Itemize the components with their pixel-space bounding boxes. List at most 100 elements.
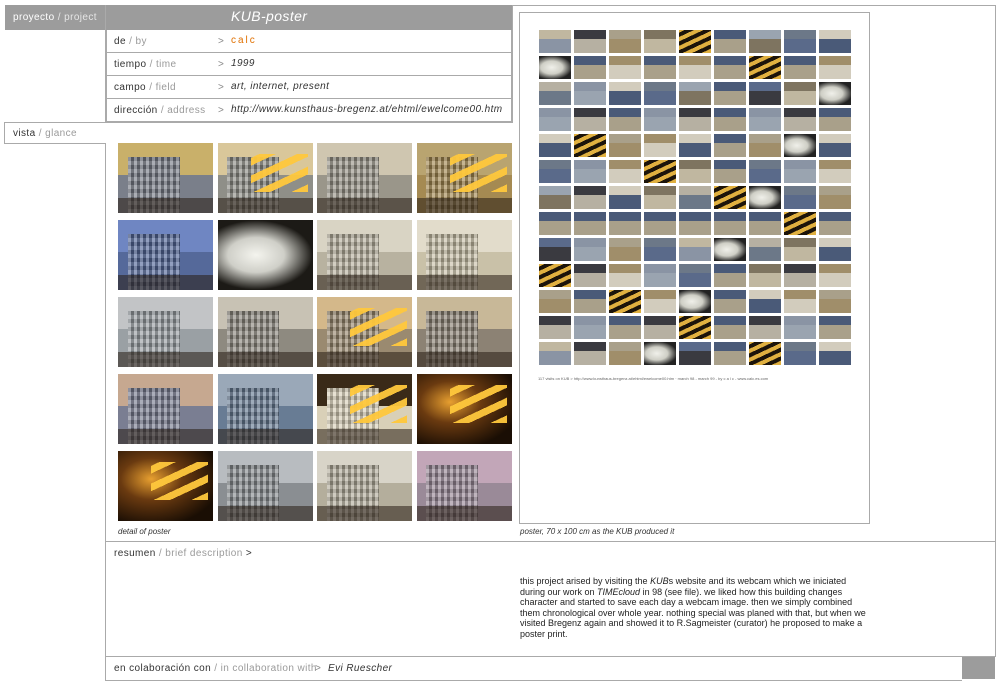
poster-cell xyxy=(784,30,816,53)
poster-cell xyxy=(714,342,746,365)
poster-detail-thumbnail[interactable] xyxy=(118,297,213,367)
poster-cell xyxy=(644,108,676,131)
arrow-icon: > xyxy=(218,105,224,116)
frame-divider xyxy=(512,5,995,6)
detail-caption: detail of poster xyxy=(118,527,171,536)
poster-detail-thumbnail[interactable] xyxy=(416,143,512,213)
title-bar: KUB-poster xyxy=(106,5,512,30)
poster-cell xyxy=(784,264,816,287)
poster-detail-thumbnail[interactable] xyxy=(416,451,512,521)
poster-cell xyxy=(679,134,711,157)
poster-cell xyxy=(714,238,746,261)
poster-detail-thumbnail[interactable] xyxy=(317,451,412,521)
poster-cell xyxy=(749,212,781,235)
poster-detail-thumbnail[interactable] xyxy=(217,374,313,444)
poster-cell xyxy=(784,186,816,209)
poster-cell xyxy=(609,134,641,157)
corner-block xyxy=(962,657,995,679)
arrow-icon: > xyxy=(218,59,224,70)
frame-divider xyxy=(105,656,995,657)
poster-image[interactable]: 117 visits on KUB > http://www.kunsthaus… xyxy=(519,12,870,524)
poster-detail-thumbnail[interactable] xyxy=(416,374,512,444)
poster-cell xyxy=(714,30,746,53)
frame-divider xyxy=(105,541,995,542)
address-link[interactable]: http://www.kunsthaus-bregenz.at/ehtml/ew… xyxy=(231,104,502,115)
info-row-by: de / by > calc xyxy=(106,30,512,53)
poster-detail-thumbnail[interactable] xyxy=(317,374,412,444)
info-label: de / by xyxy=(114,36,147,47)
poster-detail-thumbnail[interactable] xyxy=(217,451,313,521)
poster-cell xyxy=(784,56,816,79)
poster-cell xyxy=(539,134,571,157)
poster-cell xyxy=(574,212,606,235)
poster-detail-thumbnail[interactable] xyxy=(416,297,512,367)
poster-detail-thumbnail[interactable] xyxy=(317,220,412,290)
poster-cell xyxy=(609,212,641,235)
poster-cell xyxy=(714,212,746,235)
poster-cell xyxy=(784,342,816,365)
poster-cell xyxy=(609,186,641,209)
poster-cell xyxy=(644,30,676,53)
poster-cell xyxy=(574,56,606,79)
poster-cell xyxy=(539,82,571,105)
poster-cell xyxy=(644,186,676,209)
project-tab[interactable]: proyecto / project xyxy=(5,5,105,30)
author-value[interactable]: calc xyxy=(231,35,257,46)
poster-detail-thumbnail[interactable] xyxy=(118,220,213,290)
poster-cell xyxy=(539,238,571,261)
poster-cell xyxy=(784,290,816,313)
poster-cell xyxy=(819,134,851,157)
poster-detail-thumbnail[interactable] xyxy=(217,297,313,367)
poster-detail-thumbnail[interactable] xyxy=(317,297,412,367)
poster-cell xyxy=(819,108,851,131)
poster-cell xyxy=(609,30,641,53)
poster-cell xyxy=(679,160,711,183)
poster-cell xyxy=(644,56,676,79)
brief-description: this project arised by visiting the KUBs… xyxy=(520,576,866,639)
collab-label: en colaboración con / in collaboration w… xyxy=(114,663,317,674)
poster-cell xyxy=(574,316,606,339)
info-label: campo / field xyxy=(114,82,176,93)
poster-cell xyxy=(679,212,711,235)
time-value: 1999 xyxy=(231,58,255,69)
poster-detail-thumbnail[interactable] xyxy=(317,143,412,213)
vista-tab[interactable]: vista / glance xyxy=(4,122,106,144)
poster-cell xyxy=(679,264,711,287)
poster-cell xyxy=(574,186,606,209)
poster-cell xyxy=(609,56,641,79)
poster-cell xyxy=(644,342,676,365)
poster-caption: poster, 70 x 100 cm as the KUB produced … xyxy=(520,527,675,536)
resumen-label: resumen / brief description > xyxy=(114,548,253,559)
poster-cell xyxy=(784,82,816,105)
poster-detail-thumbnail[interactable] xyxy=(217,143,313,213)
poster-detail-thumbnail[interactable] xyxy=(118,451,213,521)
poster-detail-thumbnail[interactable] xyxy=(416,220,512,290)
poster-cell xyxy=(679,290,711,313)
poster-cell xyxy=(609,264,641,287)
project-sep: / xyxy=(57,12,61,23)
frame-divider xyxy=(105,5,106,681)
poster-cell xyxy=(539,316,571,339)
poster-cell xyxy=(609,290,641,313)
poster-detail-thumbnail[interactable] xyxy=(118,143,213,213)
poster-cell xyxy=(644,160,676,183)
poster-cell xyxy=(714,56,746,79)
poster-cell xyxy=(749,238,781,261)
poster-cell xyxy=(574,290,606,313)
poster-cell xyxy=(539,56,571,79)
poster-cell xyxy=(749,108,781,131)
poster-cell xyxy=(574,264,606,287)
poster-cell xyxy=(679,108,711,131)
poster-cell xyxy=(679,186,711,209)
poster-detail-thumbnail[interactable] xyxy=(217,220,313,290)
poster-cell xyxy=(819,342,851,365)
collaborator-name[interactable]: Evi Ruescher xyxy=(328,663,392,674)
poster-cell xyxy=(609,82,641,105)
poster-detail-thumbnail[interactable] xyxy=(118,374,213,444)
poster-cell xyxy=(784,316,816,339)
poster-cell xyxy=(574,82,606,105)
arrow-icon: > xyxy=(315,663,322,674)
poster-cell xyxy=(749,82,781,105)
poster-cell xyxy=(749,160,781,183)
poster-cell xyxy=(714,160,746,183)
